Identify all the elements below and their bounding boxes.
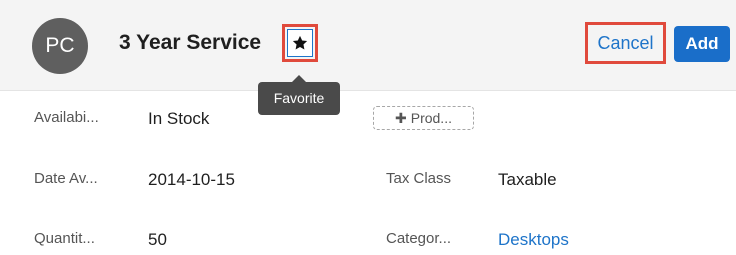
availability-label: Availabi... xyxy=(34,109,99,126)
star-icon xyxy=(292,35,308,50)
category-label: Categor... xyxy=(386,230,452,247)
date-available-value[interactable]: 2014-10-15 xyxy=(148,170,235,190)
add-product-button[interactable]: ✚ Prod... xyxy=(373,106,474,130)
tax-class-label: Tax Class xyxy=(386,170,452,187)
quantity-label: Quantit... xyxy=(34,230,95,247)
record-title: 3 Year Service xyxy=(119,31,262,54)
product-button-label: Prod... xyxy=(410,110,452,126)
date-available-label: Date Av... xyxy=(34,170,98,187)
favorite-button-inner[interactable] xyxy=(287,29,313,57)
record-header: PC 3 Year Service Cancel Add xyxy=(0,0,736,91)
tax-class-value[interactable]: Taxable xyxy=(498,170,557,190)
availability-value[interactable]: In Stock xyxy=(148,109,209,129)
add-button[interactable]: Add xyxy=(674,26,730,62)
favorite-button[interactable] xyxy=(282,24,318,62)
quantity-value[interactable]: 50 xyxy=(148,230,167,250)
favorite-tooltip: Favorite xyxy=(258,75,340,115)
cancel-button[interactable]: Cancel xyxy=(585,22,666,64)
avatar: PC xyxy=(32,18,88,74)
plus-icon: ✚ xyxy=(395,110,407,126)
category-link[interactable]: Desktops xyxy=(498,230,569,250)
